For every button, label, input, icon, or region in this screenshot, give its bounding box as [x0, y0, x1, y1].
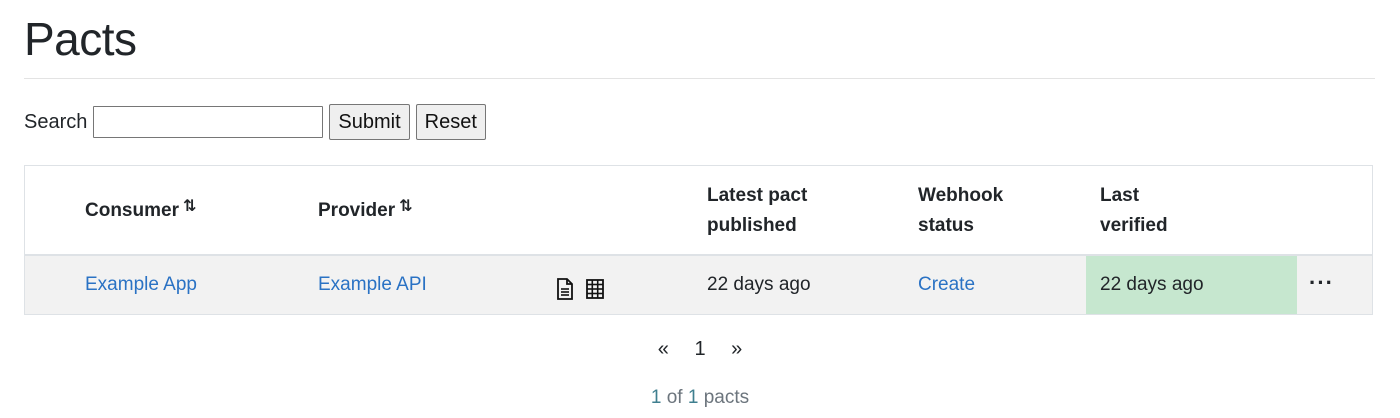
- header-provider[interactable]: Provider ⇅: [318, 196, 413, 227]
- header-last-verified: Last verified: [1100, 181, 1168, 241]
- document-icon[interactable]: [555, 278, 575, 306]
- count-total: 1: [687, 387, 699, 408]
- pagination-page[interactable]: 1: [694, 338, 705, 360]
- title-divider: [24, 78, 1375, 79]
- pacts-count: 1 of 1 pacts: [0, 387, 1400, 409]
- header-consumer[interactable]: Consumer ⇅: [85, 196, 196, 227]
- count-current: 1: [650, 387, 662, 408]
- pagination-next[interactable]: »: [731, 338, 742, 360]
- search-label: Search: [24, 110, 88, 133]
- table-grid-icon[interactable]: [585, 278, 605, 306]
- header-provider-label: Provider: [318, 200, 396, 221]
- search-form: Search Submit Reset: [24, 104, 486, 140]
- header-webhook-line1: Webhook: [918, 185, 1004, 206]
- sort-icon[interactable]: ⇅: [183, 198, 196, 215]
- pact-icons: [555, 278, 605, 306]
- table-header: Consumer ⇅ Provider ⇅ Latest pact publishe…: [25, 166, 1372, 256]
- pagination: « 1 »: [0, 338, 1400, 361]
- search-input[interactable]: [93, 106, 324, 138]
- reset-button[interactable]: Reset: [415, 104, 486, 140]
- webhook-create-link[interactable]: Create: [918, 256, 975, 314]
- header-latest-line1: Latest pact: [707, 185, 808, 206]
- table-row: Example App Example API 22 days ago Crea…: [25, 256, 1372, 314]
- header-consumer-label: Consumer: [85, 200, 179, 221]
- header-webhook-line2: status: [918, 215, 974, 236]
- sort-icon[interactable]: ⇅: [399, 198, 412, 215]
- latest-pact-published: 22 days ago: [707, 274, 811, 295]
- pacts-table: Consumer ⇅ Provider ⇅ Latest pact publishe…: [24, 165, 1373, 315]
- provider-link[interactable]: Example API: [318, 256, 427, 314]
- submit-button[interactable]: Submit: [329, 104, 410, 140]
- last-verified-value: 22 days ago: [1100, 274, 1204, 295]
- header-latest-line2: published: [707, 215, 797, 236]
- header-webhook-status: Webhook status: [918, 181, 1003, 241]
- header-verified-line1: Last: [1100, 185, 1140, 206]
- page-title: Pacts: [24, 13, 137, 65]
- header-verified-line2: verified: [1100, 215, 1168, 236]
- pagination-prev[interactable]: «: [658, 338, 669, 360]
- consumer-link[interactable]: Example App: [85, 256, 197, 314]
- count-unit: pacts: [703, 387, 750, 408]
- more-actions-icon[interactable]: ···: [1309, 256, 1334, 314]
- header-latest-pact: Latest pact published: [707, 181, 807, 241]
- count-of: of: [666, 387, 683, 408]
